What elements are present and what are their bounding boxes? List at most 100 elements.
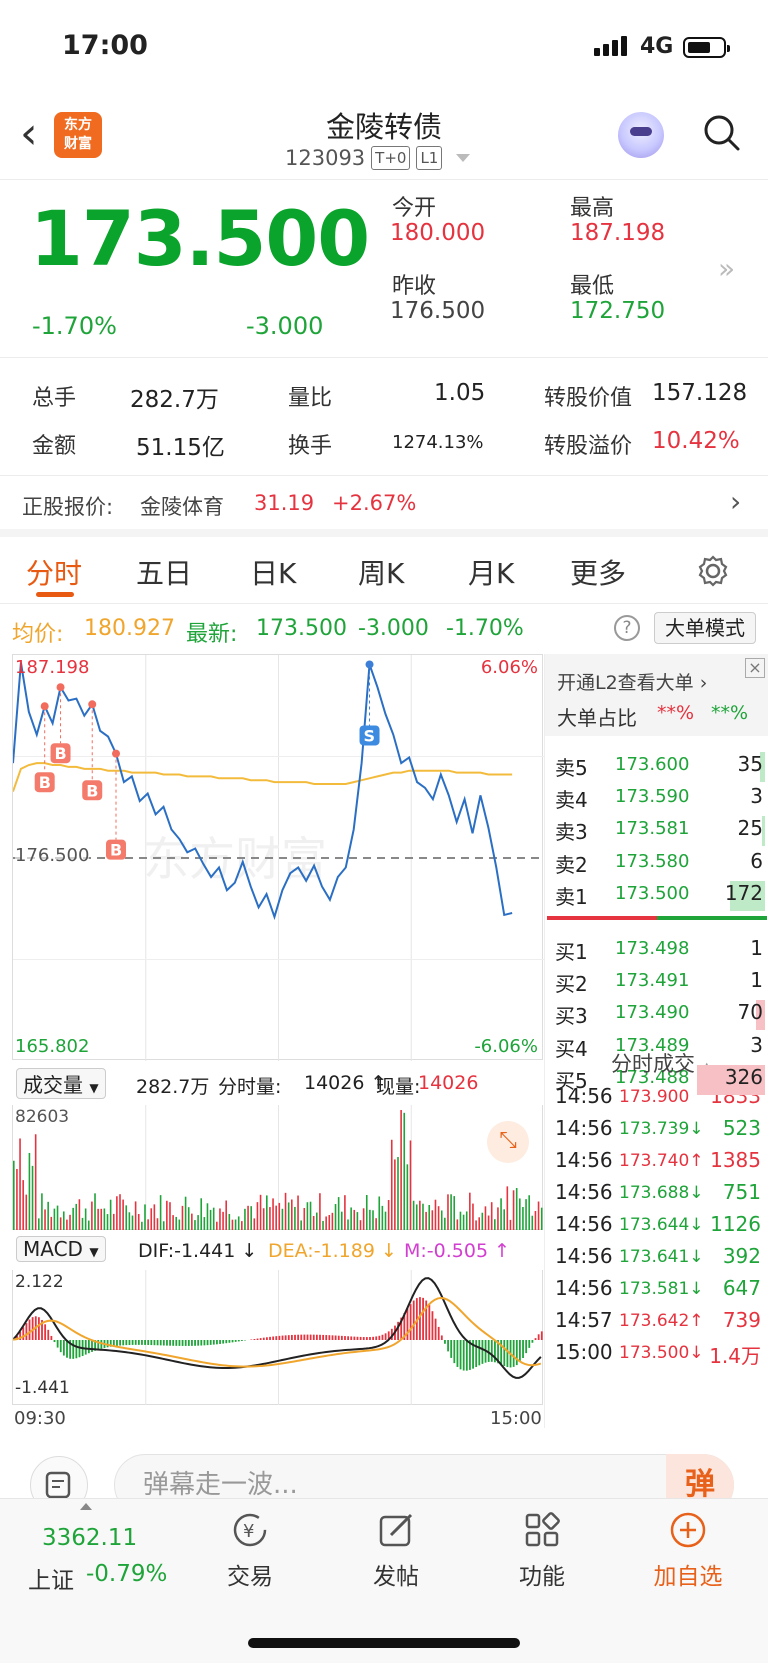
macd-bar [281,1335,284,1340]
volume-bar [419,1200,421,1230]
macd-bar [356,1336,359,1340]
macd-bar [481,1340,484,1364]
volume-bar [69,1214,71,1230]
trade-volume: 523 [722,1116,761,1140]
underlying-stock-row[interactable]: 正股报价: 金陵体育 31.19 +2.67% › [0,477,768,537]
tab-monthly-k[interactable]: 月K [468,552,514,592]
macd-chart[interactable]: 2.122 -1.441 [12,1270,543,1405]
help-icon[interactable]: ? [614,615,640,641]
nav-functions[interactable]: 功能 [482,1509,602,1591]
macd-bar [534,1338,537,1340]
nav-trade[interactable]: ¥ 交易 [190,1509,310,1591]
volume-bar [284,1192,287,1230]
ask-row[interactable]: 卖1 173.500 172 [545,880,768,913]
last-price: 173.500 [30,194,370,283]
macd-bar [365,1337,368,1340]
volume-bar [340,1211,343,1230]
macd-bar [87,1340,90,1354]
ask-row[interactable]: 卖4 173.590 3 [545,784,768,816]
bid-row[interactable]: 买2 173.491 1 [545,968,768,1000]
index-value[interactable]: 3362.11 [42,1525,137,1551]
bid-row[interactable]: 买1 173.498 1 [545,936,768,968]
macd-bar [303,1334,306,1340]
volume-chart[interactable]: 82603 ⤡ [12,1105,543,1230]
volume-bar [497,1207,499,1230]
volume-bar [231,1219,234,1230]
macd-bar [28,1319,31,1340]
volume-selector[interactable]: 成交量 ▼ [16,1068,106,1099]
macd-bar [362,1337,365,1340]
macd-bar [166,1340,168,1346]
tab-weekly-k[interactable]: 周K [358,552,404,592]
volume-bar [300,1220,302,1230]
assistant-robot-icon[interactable] [618,112,664,158]
volume-bar [75,1203,78,1230]
security-code-row[interactable]: 123093 T+0 L1 [285,146,471,170]
level-name: 卖2 [555,852,588,877]
volume-bar [456,1219,459,1230]
l2-promo[interactable]: 开通L2查看大单 › × 大单占比 **% **% [545,654,768,736]
macd-bar [37,1317,40,1340]
avg-label: 均价: [12,622,64,647]
macd-bar [465,1340,468,1371]
macd-bar [322,1334,325,1340]
index-pct[interactable]: -0.79% [86,1561,167,1587]
tick-volume-label: 分时量: [218,1076,282,1098]
volume-bar [369,1209,371,1230]
expand-icon[interactable]: ⤡ [487,1121,529,1163]
macd-bar [191,1340,193,1346]
macd-selector[interactable]: MACD ▼ [16,1236,106,1262]
volume-bar [484,1206,487,1230]
search-icon[interactable] [703,114,741,152]
macd-bar [266,1337,268,1340]
nav-post[interactable]: 发帖 [336,1509,456,1591]
volume-bar [219,1208,221,1230]
trade-row: 14:56 173.740↑ 1385 [545,1148,768,1182]
ask-row[interactable]: 卖2 173.580 6 [545,849,768,881]
trade-volume: 739 [722,1308,761,1332]
volume-bar [241,1221,243,1230]
level-qty: 70 [737,1000,763,1025]
tab-five-day[interactable]: 五日 [136,552,192,592]
intraday-price-chart[interactable]: 东方财富 BBBBS 187.198 6.06% 176.500 165.802… [12,654,544,1061]
macd-bar [119,1340,121,1346]
volume-bar [534,1211,537,1230]
macd-bar [325,1335,328,1340]
level-price: 173.581 [615,818,690,840]
trade-volume: 392 [722,1244,761,1268]
level-qty: 1 [750,936,763,960]
level-price: 173.498 [615,938,690,959]
underlying-label: 正股报价: [22,495,114,519]
volume-bar [431,1210,434,1230]
macd-bar [253,1339,256,1340]
level-name: 卖5 [555,756,588,780]
volume-bar [150,1208,153,1230]
macd-bar [256,1338,259,1340]
volume-bar [444,1217,446,1230]
bid-row[interactable]: 买3 173.490 70 [545,1000,768,1032]
index-name[interactable]: 上证 [28,1561,74,1595]
chevron-right-double-icon[interactable]: » [718,252,735,285]
macd-bar [241,1340,243,1341]
volume-bar [281,1208,284,1230]
volume-bar [194,1220,196,1230]
ask-row[interactable]: 卖5 173.600 35 [545,752,768,784]
close-icon[interactable]: × [745,658,765,678]
big-order-mode-button[interactable]: 大单模式 [654,612,756,644]
turnover-value: 1274.13% [392,432,484,453]
ask-row[interactable]: 卖3 173.581 25 [545,816,768,848]
settings-gear-icon[interactable] [696,554,730,588]
macd-bar [340,1335,343,1340]
volume-bar [462,1214,465,1230]
level-qty: 326 [724,1064,763,1089]
index-up-arrow-icon [80,1503,92,1510]
macd-min-label: -1.441 [15,1378,70,1398]
tab-more[interactable]: 更多 [570,552,626,592]
trade-row: 14:57 173.642↑ 739 [545,1308,768,1342]
marker-label: S [364,726,376,745]
tab-daily-k[interactable]: 日K [250,552,296,592]
tab-intraday[interactable]: 分时 [26,552,82,592]
last-label: 最新: [186,622,238,647]
volume-bar [41,1193,43,1230]
nav-add-watchlist[interactable]: 加自选 [628,1509,748,1591]
